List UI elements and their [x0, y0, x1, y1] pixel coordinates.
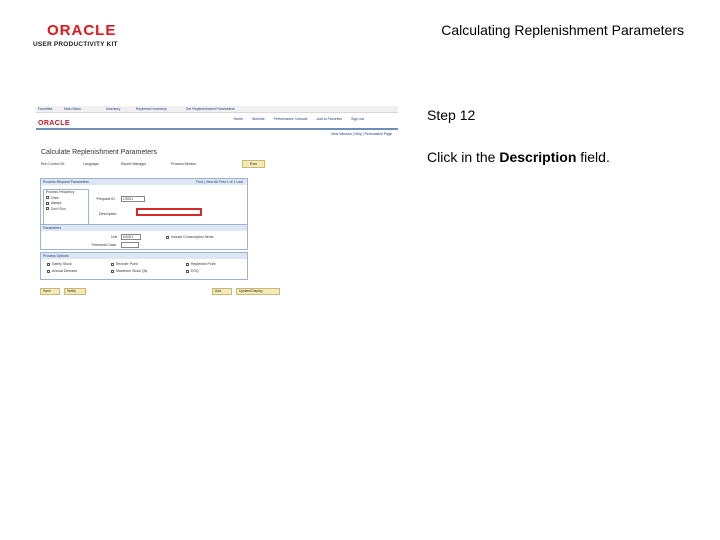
- option-annual-demand[interactable]: Annual Demand: [47, 269, 77, 273]
- nav-main-menu[interactable]: Main Menu: [64, 107, 81, 111]
- parameters-title: Parameters: [41, 225, 247, 231]
- threshold-field[interactable]: [121, 242, 139, 248]
- unit-field[interactable]: US001: [121, 234, 141, 240]
- description-field[interactable]: [136, 208, 202, 216]
- update-display-button[interactable]: Update/Display: [236, 288, 280, 295]
- run-control-label: Run Control ID:: [41, 162, 66, 166]
- run-button[interactable]: Run: [242, 160, 265, 168]
- unit-label: Unit: [111, 235, 118, 239]
- notify-button[interactable]: Notify: [64, 288, 86, 295]
- description-label: Description: [99, 212, 117, 216]
- step-instruction: Click in the Description field.: [427, 149, 610, 165]
- report-manager-link[interactable]: Report Manager: [121, 162, 146, 166]
- header-fields: Run Control ID: Language: Report Manager…: [41, 162, 271, 168]
- request-id-field[interactable]: LS001: [121, 196, 145, 202]
- parameters-box: Parameters Unit US001 Include Consumptio…: [40, 224, 248, 250]
- brand-bar: ORACLE Home Worklist Performance Console…: [36, 113, 398, 130]
- nav-inventory[interactable]: Inventory: [106, 107, 120, 111]
- document-title: Calculating Replenishment Parameters: [441, 22, 684, 38]
- application-screenshot: Favorites Main Menu Inventory Replenish …: [36, 106, 398, 296]
- row-navigation[interactable]: Find | View All First 1 of 1 Last: [196, 180, 243, 184]
- upk-wordmark: USER PRODUCTIVITY KIT: [33, 41, 118, 48]
- option-eoq[interactable]: EOQ: [186, 269, 199, 273]
- link-sign-out[interactable]: Sign out: [351, 117, 364, 121]
- top-navigation: Favorites Main Menu Inventory Replenish …: [36, 106, 398, 113]
- request-id-label: *Request ID: [96, 197, 115, 201]
- frequency-dont-run[interactable]: Don't Run: [44, 207, 88, 213]
- page-title: Calculate Replenishment Parameters: [41, 149, 157, 156]
- option-reorder-point[interactable]: Reorder Point: [111, 262, 138, 266]
- process-request-box: Process Request Parameters Find | View A…: [40, 178, 248, 228]
- nav-favorites[interactable]: Favorites: [38, 107, 52, 111]
- header-links: Home Worklist Performance Console Add to…: [226, 116, 364, 121]
- link-performance[interactable]: Performance Console: [274, 117, 308, 121]
- option-maximum-stock[interactable]: Maximum Stock Qty: [111, 269, 147, 273]
- nav-set-params[interactable]: Set Replenishment Parameters: [186, 107, 235, 111]
- threshold-label: Threshold Class: [91, 243, 117, 247]
- nav-replenish[interactable]: Replenish Inventory: [136, 107, 167, 111]
- link-worklist[interactable]: Worklist: [252, 117, 264, 121]
- process-monitor-link[interactable]: Process Monitor: [171, 162, 196, 166]
- step-number: Step 12: [427, 107, 476, 123]
- app-oracle-logo: ORACLE: [38, 120, 70, 127]
- link-favorites[interactable]: Add to Favorites: [317, 117, 342, 121]
- frequency-box: Process Frequency Once Always Don't Run: [43, 189, 89, 225]
- oracle-upk-logo: ORACLE USER PRODUCTIVITY KIT: [33, 22, 125, 48]
- oracle-wordmark: ORACLE: [47, 22, 117, 39]
- window-links[interactable]: New Window | Help | Personalize Page: [331, 132, 392, 136]
- process-options-box: Process Options Safety Stock Annual Dema…: [40, 252, 248, 280]
- save-button[interactable]: Save: [40, 288, 60, 295]
- option-safety-stock[interactable]: Safety Stock: [47, 262, 72, 266]
- process-options-title: Process Options: [41, 253, 247, 259]
- option-replenish-point[interactable]: Replenish Point: [186, 262, 216, 266]
- add-button[interactable]: Add: [212, 288, 232, 295]
- instruction-target: Description: [499, 149, 577, 165]
- language-label: Language:: [83, 162, 100, 166]
- link-home[interactable]: Home: [234, 117, 243, 121]
- include-consumption-label[interactable]: Include Consumption Items: [166, 235, 213, 239]
